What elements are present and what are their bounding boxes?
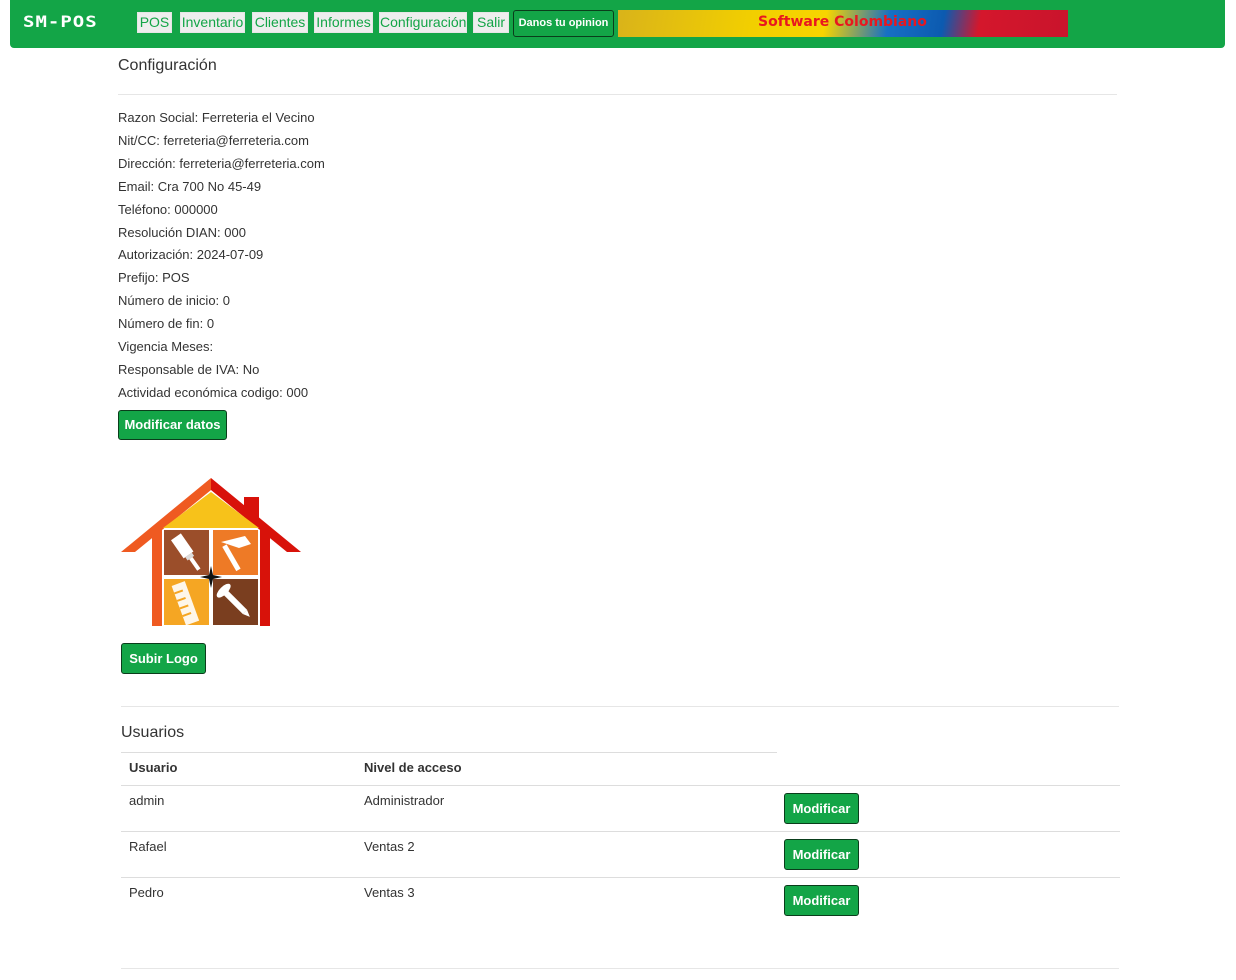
- table-header-nivel-acceso: Nivel de acceso: [364, 760, 462, 775]
- table-cell-usuario: Pedro: [129, 885, 164, 900]
- info-line: Dirección: ferreteria@ferreteria.com: [118, 156, 325, 171]
- info-line: Teléfono: 000000: [118, 202, 218, 217]
- info-value: Cra 700 No 45-49: [157, 178, 262, 194]
- nav-item-pos[interactable]: POS: [137, 12, 172, 33]
- table-row-divider: [121, 877, 1120, 878]
- banner-text: Software Colombiano: [758, 14, 927, 30]
- nav-item-salir[interactable]: Salir: [473, 12, 509, 33]
- users-section-title: Usuarios: [121, 724, 185, 741]
- info-label: Vigencia Meses:: [118, 339, 214, 354]
- modify-user-button[interactable]: Modificar: [784, 793, 859, 824]
- table-cell-nivel-acceso: Ventas 2: [364, 839, 415, 854]
- info-label: Responsable de IVA:: [118, 361, 240, 377]
- info-line: Número de inicio: 0: [118, 293, 230, 308]
- info-line: Responsable de IVA: No: [118, 362, 259, 377]
- modify-user-button[interactable]: Modificar: [784, 885, 859, 916]
- table-row-divider: [121, 831, 1120, 832]
- table-header-usuario: Usuario: [129, 760, 178, 775]
- modify-data-button[interactable]: Modificar datos: [118, 410, 227, 440]
- feedback-button[interactable]: Danos tu opinion: [513, 10, 614, 37]
- nav-item-configuracion[interactable]: Configuración: [379, 12, 467, 33]
- info-line: Email: Cra 700 No 45-49: [118, 179, 261, 194]
- table-cell-usuario: Rafael: [129, 839, 167, 854]
- top-navbar: SM-POS POS Inventario Clientes Informes …: [10, 0, 1225, 48]
- info-label: Número de inicio:: [118, 293, 220, 309]
- nav-item-informes[interactable]: Informes: [314, 12, 373, 33]
- info-value: 0: [206, 316, 215, 332]
- nav-item-clientes[interactable]: Clientes: [252, 12, 308, 33]
- info-value: 000: [224, 224, 246, 240]
- info-label: Actividad económica codigo:: [118, 384, 283, 400]
- info-label: Número de fin:: [118, 316, 204, 332]
- info-line: Razon Social: Ferreteria el Vecino: [118, 110, 315, 125]
- info-label: Resolución DIAN:: [118, 224, 221, 240]
- brand-logo[interactable]: SM-POS: [23, 13, 98, 32]
- info-line: Actividad económica codigo: 000: [118, 385, 308, 400]
- table-cell-nivel-acceso: Ventas 3: [364, 885, 415, 900]
- info-value: Ferreteria el Vecino: [201, 110, 315, 125]
- section-divider: [121, 706, 1119, 707]
- table-header-divider: [121, 785, 1120, 786]
- title-divider: [118, 94, 1117, 95]
- info-line: Número de fin: 0: [118, 316, 214, 331]
- info-line: Nit/CC: ferreteria@ferreteria.com: [118, 133, 309, 148]
- company-logo-image: [121, 478, 301, 626]
- info-line: Prefijo: POS: [118, 270, 190, 285]
- info-label: Prefijo:: [118, 270, 159, 286]
- info-label: Dirección:: [118, 155, 176, 171]
- info-label: Razon Social:: [118, 110, 199, 125]
- info-value: 0: [222, 293, 231, 309]
- info-value: ferreteria@ferreteria.com: [179, 155, 325, 171]
- info-value: 000: [286, 384, 309, 400]
- table-cell-nivel-acceso: Administrador: [364, 793, 445, 808]
- info-value: POS: [162, 270, 190, 286]
- bottom-divider: [121, 968, 1119, 969]
- modify-user-button[interactable]: Modificar: [784, 839, 859, 870]
- info-label: Autorización:: [118, 247, 194, 263]
- table-cell-usuario: admin: [129, 793, 165, 808]
- software-colombiano-banner[interactable]: Software Colombiano: [618, 10, 1068, 37]
- info-value: ferreteria@ferreteria.com: [163, 132, 309, 148]
- info-value: 000000: [174, 201, 218, 217]
- nav-item-inventario[interactable]: Inventario: [180, 12, 245, 33]
- info-line: Resolución DIAN: 000: [118, 225, 246, 240]
- info-value: 2024-07-09: [196, 247, 264, 263]
- info-label: Email:: [118, 178, 155, 194]
- info-label: Teléfono:: [118, 201, 171, 217]
- page-title: Configuración: [118, 57, 217, 74]
- users-title-divider: [121, 752, 777, 753]
- info-value: No: [242, 361, 260, 377]
- upload-logo-button[interactable]: Subir Logo: [121, 643, 206, 674]
- info-label: Nit/CC:: [118, 132, 160, 148]
- info-line: Autorización: 2024-07-09: [118, 247, 263, 262]
- info-line: Vigencia Meses:: [118, 339, 213, 354]
